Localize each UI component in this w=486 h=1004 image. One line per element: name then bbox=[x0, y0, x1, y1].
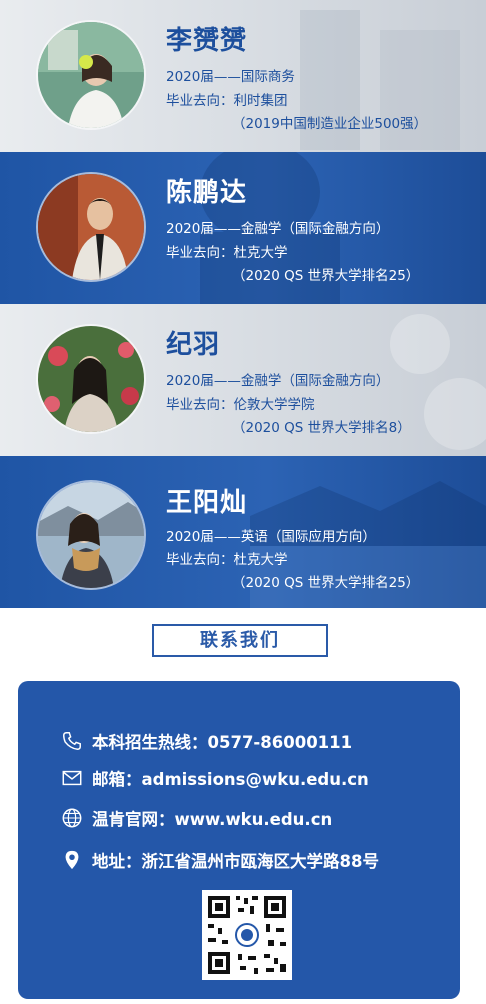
alumni-name: 陈鹏达 bbox=[166, 178, 248, 208]
alumni-class: 2020届——金融学（国际金融方向） bbox=[166, 221, 390, 237]
avatar bbox=[36, 324, 146, 434]
website-text: 温肯官网：www.wku.edu.cn bbox=[92, 810, 333, 829]
globe-icon bbox=[60, 806, 84, 830]
alumni-name: 李赟赟 bbox=[166, 26, 248, 56]
alumni-destination-note: （2020 QS 世界大学排名8） bbox=[232, 420, 411, 436]
alumni-card-1: 李赟赟 2020届——国际商务 毕业去向：利时集团 （2019中国制造业企业50… bbox=[0, 0, 486, 152]
avatar bbox=[36, 480, 146, 590]
phone-icon bbox=[60, 729, 84, 753]
alumni-name: 纪羽 bbox=[166, 330, 221, 360]
alumni-destination: 毕业去向：杜克大学 bbox=[166, 552, 288, 568]
alumni-card-2: 陈鹏达 2020届——金融学（国际金融方向） 毕业去向：杜克大学 （2020 Q… bbox=[0, 152, 486, 304]
alumni-destination: 毕业去向：伦敦大学学院 bbox=[166, 397, 315, 413]
alumni-class: 2020届——国际商务 bbox=[166, 69, 295, 85]
alumni-destination: 毕业去向：杜克大学 bbox=[166, 245, 288, 261]
hotline-row[interactable]: 本科招生热线：0577-86000111 bbox=[60, 728, 352, 754]
qr-code bbox=[202, 890, 292, 980]
alumni-destination-note: （2020 QS 世界大学排名25） bbox=[232, 575, 420, 591]
contact-card: 本科招生热线：0577-86000111 邮箱：admissions@wku.e… bbox=[18, 681, 460, 999]
alumni-class: 2020届——英语（国际应用方向） bbox=[166, 529, 376, 545]
avatar bbox=[36, 172, 146, 282]
alumni-name: 王阳灿 bbox=[166, 488, 248, 518]
mail-icon bbox=[60, 766, 84, 790]
avatar bbox=[36, 20, 146, 130]
alumni-destination-note: （2019中国制造业企业500强） bbox=[232, 116, 428, 132]
alumni-destination-note: （2020 QS 世界大学排名25） bbox=[232, 268, 420, 284]
address-row[interactable]: 地址：浙江省温州市瓯海区大学路88号 bbox=[60, 847, 379, 873]
alumni-card-3: 纪羽 2020届——金融学（国际金融方向） 毕业去向：伦敦大学学院 （2020 … bbox=[0, 304, 486, 456]
hotline-text: 本科招生热线：0577-86000111 bbox=[92, 733, 353, 752]
address-text: 地址：浙江省温州市瓯海区大学路88号 bbox=[92, 852, 379, 871]
alumni-class: 2020届——金融学（国际金融方向） bbox=[166, 373, 390, 389]
alumni-card-4: 王阳灿 2020届——英语（国际应用方向） 毕业去向：杜克大学 （2020 QS… bbox=[0, 456, 486, 608]
website-row[interactable]: 温肯官网：www.wku.edu.cn bbox=[60, 805, 332, 831]
email-text: 邮箱：admissions@wku.edu.cn bbox=[92, 770, 369, 789]
contact-section-title: 联系我们 bbox=[152, 624, 328, 657]
location-pin-icon bbox=[60, 848, 84, 872]
email-row[interactable]: 邮箱：admissions@wku.edu.cn bbox=[60, 765, 369, 791]
alumni-destination: 毕业去向：利时集团 bbox=[166, 93, 288, 109]
